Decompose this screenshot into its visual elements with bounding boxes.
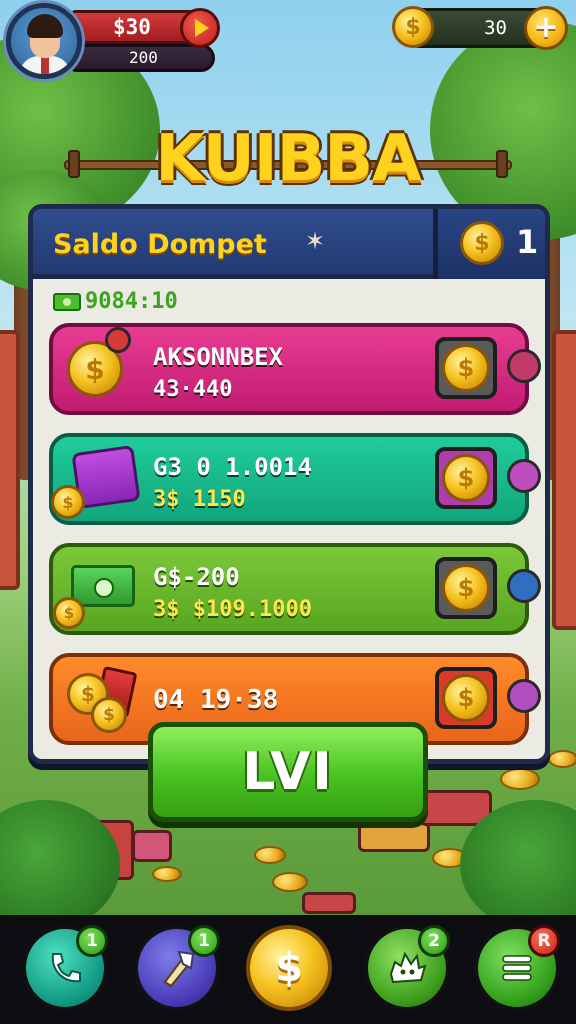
coin-icon: $ <box>442 674 490 722</box>
wallet-row[interactable]: $ G3 0 1.0014 3$ 1150 $ <box>49 433 541 525</box>
collect-coin-button[interactable]: $ <box>435 557 497 619</box>
nav-badge: 1 <box>76 925 108 957</box>
arrow-right-button[interactable] <box>180 8 220 48</box>
row-badge <box>507 459 541 493</box>
add-coins-button[interactable]: + <box>524 6 568 50</box>
nav-badge: R <box>528 925 560 957</box>
row-value: 3$ 1150 <box>153 487 246 512</box>
game-title: KUIBBA <box>155 122 421 196</box>
star-icon: ✶ <box>305 227 326 255</box>
row-title: G$-200 <box>153 563 240 591</box>
row-badge <box>507 679 541 713</box>
nav-badge: 1 <box>188 925 220 957</box>
panel-title: Saldo Dompet <box>53 229 267 260</box>
row-title: AKSONNBEX <box>153 343 284 371</box>
coin-pile-icon: $ $ <box>61 663 141 737</box>
wallet-row[interactable]: $ AKSONNBEX 43·440 $ <box>49 323 541 415</box>
ground-box <box>302 892 356 914</box>
nav-monster-button[interactable]: 2 <box>364 925 450 1011</box>
row-value: 43·440 <box>153 377 233 402</box>
cash-icon <box>53 292 81 311</box>
ground-box <box>132 830 172 862</box>
coin-icon: $ <box>442 454 490 502</box>
collect-coin-button[interactable]: $ <box>435 667 497 729</box>
row-badge <box>507 569 541 603</box>
cash-total: 9084:10 <box>53 289 178 314</box>
coin-icon: $ <box>392 6 434 48</box>
row-title: G3 0 1.0014 <box>153 453 312 481</box>
nav-hammer-button[interactable]: 1 <box>134 925 220 1011</box>
wallet-icon: $ <box>51 443 141 519</box>
wallet-panel: Saldo Dompet ✶ $ 1 9084:10 $ AKSONNBEX 4… <box>28 204 550 764</box>
panel-header: Saldo Dompet ✶ $ 1 <box>33 209 545 279</box>
balance-bottom-value: 200 <box>70 44 215 72</box>
ground-coin <box>500 768 540 790</box>
lvi-button-label: LVI <box>242 742 334 802</box>
coin-icon: $ <box>460 221 504 265</box>
ground-coin <box>548 750 576 768</box>
row-badge <box>507 349 541 383</box>
market-stall <box>0 330 20 590</box>
nav-coin-button[interactable]: $ <box>246 925 332 1011</box>
bush <box>0 800 120 915</box>
coin-icon: $ <box>442 344 490 392</box>
wallet-row[interactable]: $ G$-200 3$ $109.1000 $ <box>49 543 541 635</box>
row-title: 04 19·38 <box>153 685 279 715</box>
nav-menu-button[interactable]: R <box>474 925 560 1011</box>
collect-coin-button[interactable]: $ <box>435 337 497 399</box>
arrow-right-icon <box>195 19 209 37</box>
nav-badge: 2 <box>418 925 450 957</box>
bottom-nav: 1 1 $ 2 R <box>0 915 576 1024</box>
header-coin-box: $ 1 <box>433 209 545 279</box>
ground-coin <box>272 872 308 892</box>
nav-phone-button[interactable]: 1 <box>22 925 108 1011</box>
ground-coin <box>254 846 286 864</box>
collect-coin-button[interactable]: $ <box>435 447 497 509</box>
player-avatar[interactable] <box>6 3 82 79</box>
coin-stack-icon: $ <box>61 327 141 407</box>
row-value: 3$ $109.1000 <box>153 597 312 622</box>
lvi-button[interactable]: LVI <box>148 722 428 822</box>
header-coin-count: 1 <box>516 223 539 261</box>
ground-coin <box>152 866 182 882</box>
coin-icon: $ <box>442 564 490 612</box>
cash-total-value: 9084:10 <box>85 289 178 314</box>
ground-box <box>358 822 430 852</box>
cash-stack-icon: $ <box>53 553 141 629</box>
market-stall <box>552 330 576 630</box>
